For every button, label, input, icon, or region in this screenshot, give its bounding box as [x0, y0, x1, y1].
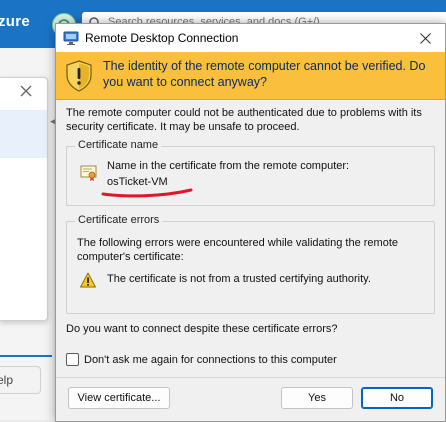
progress-line — [0, 355, 52, 357]
certificate-name-group: Certificate name Name in the certificate… — [66, 139, 435, 206]
rdp-certificate-dialog: Remote Desktop Connection The identity o… — [55, 23, 446, 422]
certificate-name-legend: Certificate name — [75, 139, 162, 151]
blade-selected-row[interactable] — [0, 110, 47, 158]
certificate-error-item: The certificate is not from a trusted ce… — [107, 273, 371, 285]
background-blade: elp — [0, 77, 48, 394]
warning-banner: The identity of the remote computer cann… — [56, 52, 445, 100]
connect-question: Do you want to connect despite these cer… — [66, 323, 338, 335]
dont-ask-again-checkbox[interactable] — [66, 353, 79, 366]
close-icon — [419, 32, 431, 44]
help-button[interactable]: elp — [0, 366, 41, 394]
certificate-errors-legend: Certificate errors — [75, 214, 163, 226]
certificate-errors-group: Certificate errors The following errors … — [66, 214, 435, 314]
warning-heading: The identity of the remote computer cann… — [103, 59, 426, 89]
certificate-name-label: Name in the certificate from the remote … — [107, 160, 350, 172]
close-button[interactable] — [405, 24, 445, 52]
button-separator — [56, 377, 445, 378]
dont-ask-again-row[interactable]: Don't ask me again for connections to th… — [66, 353, 337, 366]
no-button[interactable]: No — [361, 387, 433, 409]
remote-desktop-icon — [63, 31, 79, 45]
red-underline-annotation — [101, 188, 193, 198]
azure-brand[interactable]: zure — [0, 13, 48, 30]
certificate-icon — [80, 165, 97, 181]
yes-button[interactable]: Yes — [281, 387, 353, 409]
intro-text: The remote computer could not be authent… — [66, 107, 422, 133]
close-icon[interactable] — [19, 84, 33, 98]
errors-description: The following errors were encountered wh… — [77, 237, 399, 263]
warning-shield-icon — [66, 60, 92, 92]
title-bar[interactable]: Remote Desktop Connection — [56, 24, 445, 52]
dont-ask-again-label[interactable]: Don't ask me again for connections to th… — [84, 354, 337, 366]
dialog-title: Remote Desktop Connection — [85, 31, 239, 45]
view-certificate-button[interactable]: View certificate... — [68, 387, 170, 409]
warning-triangle-icon — [80, 272, 96, 288]
